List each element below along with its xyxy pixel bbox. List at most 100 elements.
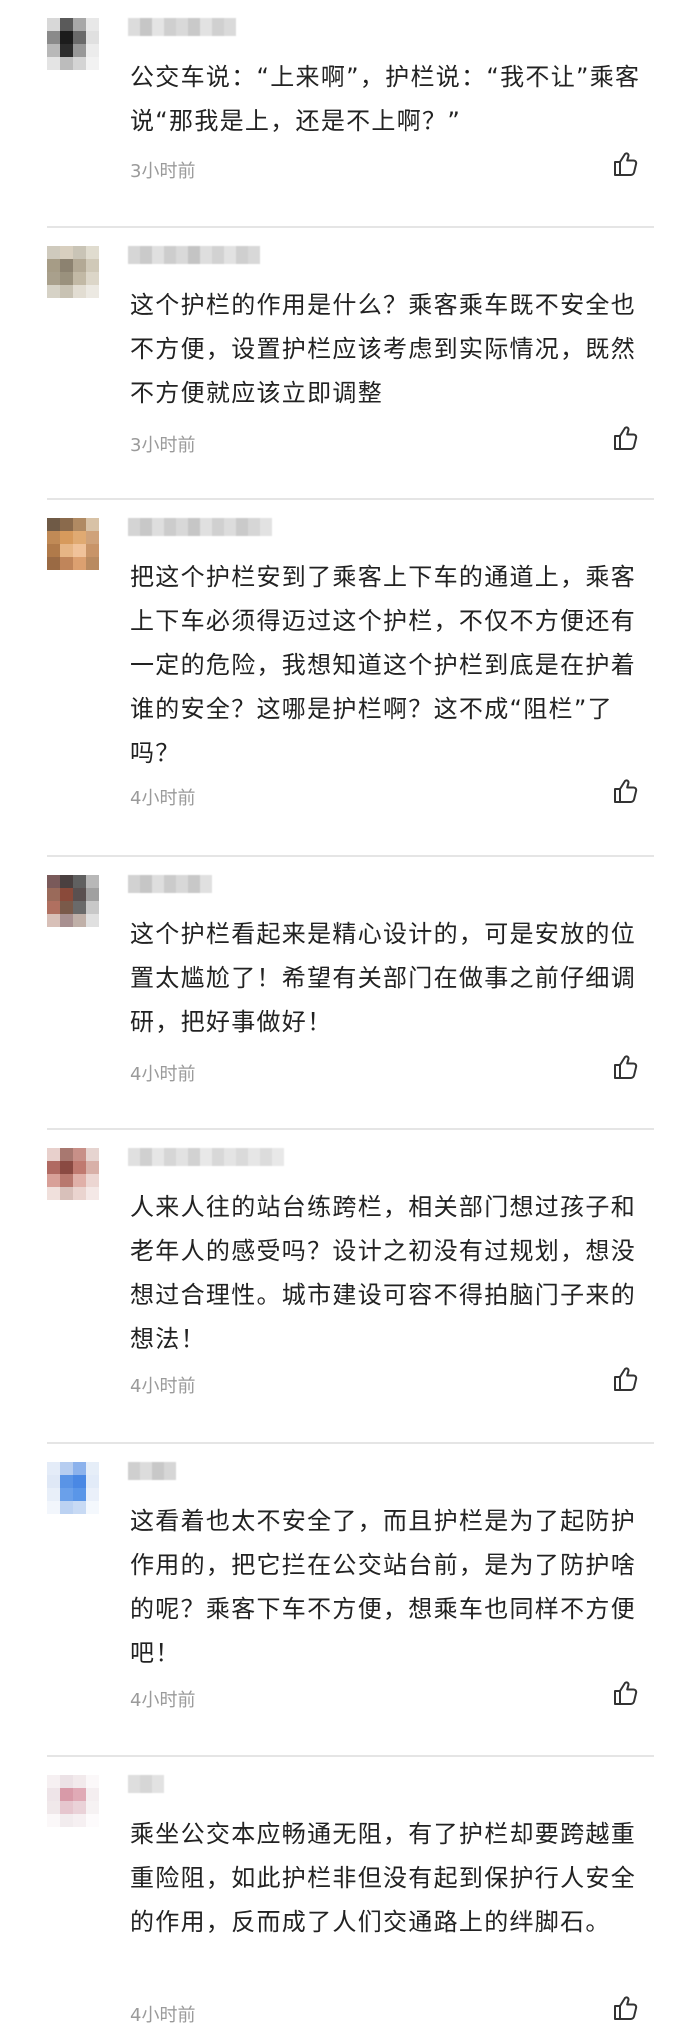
username-pixel [176, 246, 188, 264]
username-pixel [152, 246, 164, 264]
username-pixel [140, 18, 152, 36]
avatar-pixel [73, 1161, 86, 1174]
avatar-pixel [86, 1462, 99, 1475]
username-pixel [152, 1148, 164, 1166]
comment-time: 4小时前 [130, 788, 196, 809]
avatar-pixel [86, 44, 99, 57]
avatar-pixel [60, 1148, 73, 1161]
avatar[interactable] [47, 875, 99, 927]
comment-text: 公交车说：“上来啊”，护栏说：“我不让”乘客说“那我是上，还是不上啊？” [130, 63, 641, 135]
avatar-pixel [86, 518, 99, 531]
avatar-pixel [86, 57, 99, 70]
username[interactable] [128, 875, 212, 893]
username-pixel [236, 246, 248, 264]
username[interactable] [128, 518, 272, 536]
avatar-pixel [86, 1187, 99, 1200]
avatar-pixel [47, 888, 60, 901]
username[interactable] [128, 1775, 164, 1793]
avatar-pixel [60, 1161, 73, 1174]
avatar-pixel [73, 518, 86, 531]
avatar[interactable] [47, 1462, 99, 1514]
avatar-pixel [60, 1174, 73, 1187]
username-pixel [152, 875, 164, 893]
username-pixel [128, 1462, 140, 1480]
username-pixel [152, 18, 164, 36]
thumbs-up-icon[interactable] [612, 777, 640, 805]
avatar[interactable] [47, 246, 99, 298]
avatar-pixel [47, 57, 60, 70]
username-pixel [188, 518, 200, 536]
username-pixel [212, 246, 224, 264]
avatar-pixel [73, 888, 86, 901]
avatar-pixel [73, 1462, 86, 1475]
comment-text: 把这个护栏安到了乘客上下车的通道上，乘客上下车必须得迈过这个护栏，不仅不方便还有… [130, 563, 636, 767]
avatar-pixel [47, 1501, 60, 1514]
avatar-pixel [60, 1187, 73, 1200]
username-pixel [152, 1462, 164, 1480]
avatar-pixel [86, 1788, 99, 1801]
avatar-pixel [47, 272, 60, 285]
username-pixel [128, 18, 140, 36]
avatar-pixel [60, 1462, 73, 1475]
avatar-pixel [86, 31, 99, 44]
avatar-pixel [73, 914, 86, 927]
avatar-pixel [60, 901, 73, 914]
avatar-pixel [47, 1174, 60, 1187]
thumbs-up-icon[interactable] [612, 1365, 640, 1393]
avatar-pixel [86, 1801, 99, 1814]
username[interactable] [128, 18, 236, 36]
avatar-pixel [47, 1161, 60, 1174]
avatar-pixel [73, 1801, 86, 1814]
comment-feed: 公交车说：“上来啊”，护栏说：“我不让”乘客说“那我是上，还是不上啊？” 3小时… [0, 0, 700, 2038]
username-pixel [248, 246, 260, 264]
avatar-pixel [47, 1187, 60, 1200]
thumbs-up-icon[interactable] [612, 150, 640, 178]
comment-text: 人来人往的站台练跨栏，相关部门想过孩子和老年人的感受吗？设计之初没有过规划，想没… [130, 1193, 636, 1353]
comment-item: 这个护栏的作用是什么？乘客乘车既不安全也不方便，设置护栏应该考虑到实际情况，既然… [0, 228, 700, 500]
avatar-pixel [60, 888, 73, 901]
username-pixel [164, 1462, 176, 1480]
username-pixel [140, 246, 152, 264]
comment-item: 把这个护栏安到了乘客上下车的通道上，乘客上下车必须得迈过这个护栏，不仅不方便还有… [0, 500, 700, 857]
username-pixel [200, 18, 212, 36]
avatar-pixel [86, 1148, 99, 1161]
avatar-pixel [73, 1775, 86, 1788]
avatar-pixel [47, 1488, 60, 1501]
avatar[interactable] [47, 518, 99, 570]
username[interactable] [128, 1462, 176, 1480]
avatar-pixel [60, 518, 73, 531]
comment-time: 3小时前 [130, 161, 196, 182]
thumbs-up-icon[interactable] [612, 1679, 640, 1707]
avatar-pixel [47, 1475, 60, 1488]
avatar-pixel [60, 259, 73, 272]
username[interactable] [128, 1148, 284, 1166]
avatar-pixel [73, 544, 86, 557]
avatar-pixel [73, 901, 86, 914]
avatar-pixel [60, 31, 73, 44]
comment-item: 乘坐公交本应畅通无阻，有了护栏却要跨越重重险阻，如此护栏非但没有起到保护行人安全… [0, 1757, 700, 2038]
comment-text: 这个护栏看起来是精心设计的，可是安放的位置太尴尬了！希望有关部门在做事之前仔细调… [130, 920, 636, 1036]
thumbs-up-icon[interactable] [612, 1053, 640, 1081]
username-pixel [164, 246, 176, 264]
avatar-pixel [86, 246, 99, 259]
avatar-pixel [60, 57, 73, 70]
thumbs-up-icon[interactable] [612, 424, 640, 452]
avatar[interactable] [47, 18, 99, 70]
username-pixel [176, 875, 188, 893]
avatar-pixel [47, 285, 60, 298]
username-pixel [140, 1462, 152, 1480]
comment-text: 这个护栏的作用是什么？乘客乘车既不安全也不方便，设置护栏应该考虑到实际情况，既然… [130, 291, 636, 407]
avatar-pixel [86, 1174, 99, 1187]
avatar-pixel [60, 285, 73, 298]
username[interactable] [128, 246, 260, 264]
avatar-pixel [60, 557, 73, 570]
avatar[interactable] [47, 1148, 99, 1200]
avatar-pixel [73, 57, 86, 70]
avatar[interactable] [47, 1775, 99, 1827]
username-pixel [224, 518, 236, 536]
comment-time: 4小时前 [130, 2005, 196, 2026]
avatar-pixel [86, 901, 99, 914]
thumbs-up-icon[interactable] [612, 1994, 640, 2022]
avatar-pixel [86, 272, 99, 285]
avatar-pixel [60, 246, 73, 259]
